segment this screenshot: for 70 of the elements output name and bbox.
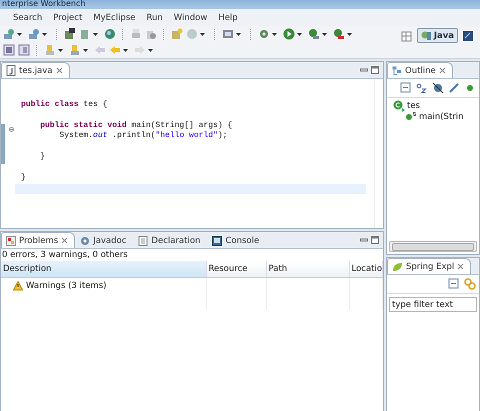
table-cell[interactable]: Warnings (3 items) xyxy=(1,278,206,294)
caret-icon[interactable] xyxy=(148,48,153,52)
outline-icon xyxy=(392,66,402,76)
panel-tab[interactable]: Console xyxy=(207,232,266,248)
menu-item[interactable]: MyEclipse xyxy=(92,12,136,24)
panel-tab[interactable]: Javadoc xyxy=(75,232,134,248)
menu-item[interactable]: Help xyxy=(217,12,239,24)
menu-item[interactable]: Project xyxy=(52,12,84,24)
java-file-icon xyxy=(6,65,16,76)
caret-icon[interactable] xyxy=(322,32,327,36)
caret-icon[interactable] xyxy=(42,32,47,36)
caret-icon[interactable] xyxy=(347,32,352,36)
panel-tab[interactable]: Problems xyxy=(1,232,76,248)
column-header[interactable]: Description xyxy=(1,261,206,278)
caret-icon[interactable] xyxy=(272,32,277,36)
collapse-all-icon[interactable] xyxy=(400,82,412,94)
tab-label: tes.java xyxy=(19,66,53,76)
code-text[interactable]: public class tes { public static void main(String[] args) { System.out .println("hello world"); } } xyxy=(15,79,374,228)
menu-item[interactable]: Search xyxy=(12,12,44,24)
caret-icon[interactable] xyxy=(236,32,241,36)
method-icon xyxy=(405,110,417,122)
tab-label: Declaration xyxy=(151,236,200,246)
caret-icon[interactable] xyxy=(93,32,98,36)
close-icon[interactable] xyxy=(438,67,446,74)
tab-label: Outline xyxy=(405,66,436,76)
filter-field[interactable]: type filter text xyxy=(389,297,477,312)
column-header[interactable]: Resource xyxy=(206,261,266,278)
class-icon xyxy=(393,100,405,112)
sort-icon[interactable] xyxy=(416,82,428,94)
window-title: nterprise Workbench xyxy=(0,0,480,9)
panel-tab[interactable]: Outline xyxy=(387,62,453,78)
caret-icon[interactable] xyxy=(17,32,22,36)
java-perspective-icon xyxy=(420,30,432,41)
menu-item[interactable]: Run xyxy=(145,12,164,24)
tree-item[interactable]: main(Strin xyxy=(405,111,479,122)
caret-icon[interactable] xyxy=(123,48,128,52)
tab-label: Console xyxy=(225,236,260,246)
minimize-icon[interactable] xyxy=(360,66,368,74)
maximize-icon[interactable] xyxy=(371,236,379,244)
caret-icon[interactable] xyxy=(83,48,88,52)
maximize-icon[interactable] xyxy=(371,66,379,74)
caret-icon[interactable] xyxy=(58,48,63,52)
tab-label: Spring Expl xyxy=(406,262,454,272)
close-icon[interactable] xyxy=(457,263,464,270)
panel-tab[interactable]: Spring Expl xyxy=(387,258,472,274)
close-icon[interactable] xyxy=(61,237,68,244)
perspective-icon[interactable] xyxy=(462,30,474,42)
close-icon[interactable] xyxy=(56,67,63,74)
link-icon[interactable] xyxy=(464,278,476,290)
minimize-icon[interactable] xyxy=(360,236,368,244)
editor-tab[interactable]: tes.java xyxy=(1,62,70,78)
tree-item[interactable]: tes xyxy=(393,100,479,111)
fold-icon[interactable] xyxy=(9,127,14,132)
console-icon xyxy=(212,236,222,246)
perspective-button[interactable]: Java xyxy=(416,28,458,43)
column-header[interactable]: Path xyxy=(266,261,349,278)
document-icon xyxy=(138,236,148,246)
caret-icon[interactable] xyxy=(200,32,205,36)
tab-label: Javadoc xyxy=(93,236,126,246)
collapse-all-icon[interactable] xyxy=(448,278,460,290)
problems-icon xyxy=(6,236,16,246)
leaf-icon xyxy=(392,262,403,272)
panel-tab[interactable]: Declaration xyxy=(133,232,208,248)
column-header[interactable]: Locatio xyxy=(349,261,382,278)
tab-label: Problems xyxy=(19,236,58,246)
warning-icon xyxy=(13,281,23,291)
caret-icon[interactable] xyxy=(297,32,302,36)
scrollbar[interactable] xyxy=(389,241,477,252)
open-perspective-icon[interactable] xyxy=(400,30,413,42)
menu-item[interactable]: Window xyxy=(172,12,208,24)
